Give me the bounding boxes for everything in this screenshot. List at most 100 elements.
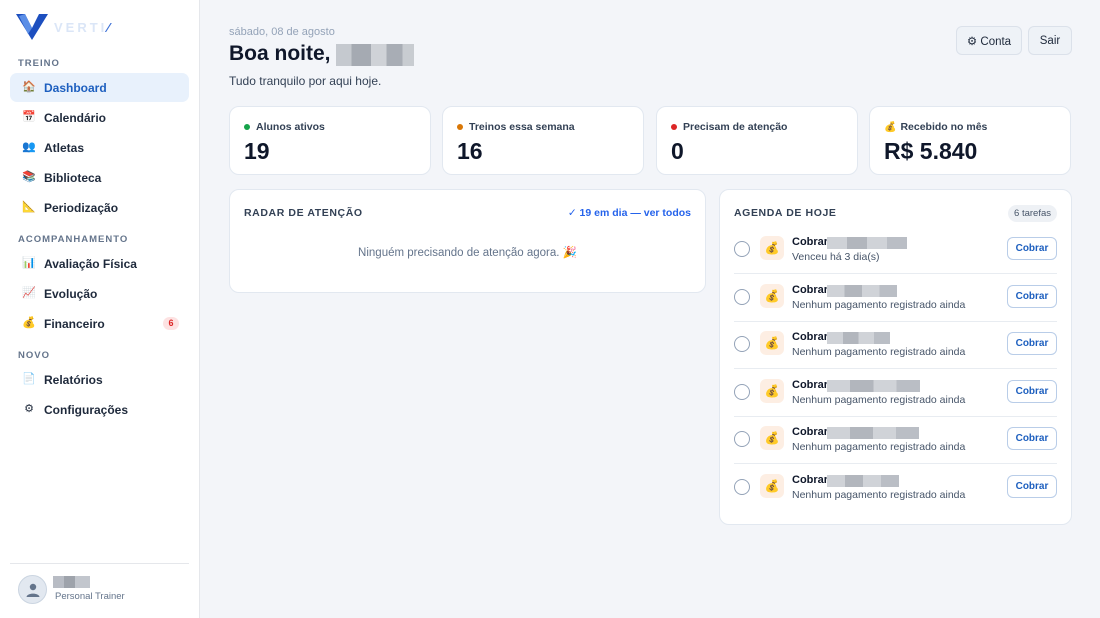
charge-button[interactable]: Cobrar	[1007, 332, 1057, 355]
task-checkbox[interactable]	[734, 384, 750, 400]
stat-label: 💰 Recebido no mês	[884, 121, 988, 133]
brand-logo[interactable]: VERTI⁄	[16, 14, 109, 40]
sidebar-item-periodizacao[interactable]: 📐 Periodização	[10, 193, 189, 222]
task-title: Cobrar	[792, 236, 829, 248]
client-name-redacted	[827, 427, 919, 439]
user-role: Personal Trainer	[55, 591, 125, 602]
money-bag-icon: 💰	[760, 236, 784, 260]
money-bag-icon: 💰	[760, 379, 784, 403]
charge-button[interactable]: Cobrar	[1007, 237, 1057, 260]
stat-card-alunos-ativos: Alunos ativos 19	[229, 106, 431, 175]
client-name-redacted	[827, 475, 899, 487]
list-item: 💰 Cobrar Nenhum pagamento registrado ain…	[734, 274, 1057, 322]
sidebar-item-label: Financeiro	[44, 316, 105, 331]
status-dot-icon	[244, 124, 250, 130]
sidebar-item-avaliacao-fisica[interactable]: 📊 Avaliação Física	[10, 249, 189, 278]
sidebar: VERTI⁄ TREINO 🏠 Dashboard 📅 Calendário 👥…	[0, 0, 200, 618]
charge-button[interactable]: Cobrar	[1007, 475, 1057, 498]
sidebar-item-evolucao[interactable]: 📈 Evolução	[10, 279, 189, 308]
books-icon: 📚	[22, 171, 36, 183]
task-subtitle: Nenhum pagamento registrado ainda	[792, 346, 966, 358]
sidebar-item-relatorios[interactable]: 📄 Relatórios	[10, 365, 189, 394]
task-subtitle: Nenhum pagamento registrado ainda	[792, 394, 966, 406]
agenda-panel: AGENDA DE HOJE 6 tarefas 💰 Cobrar Venceu…	[719, 189, 1072, 525]
task-subtitle: Venceu há 3 dia(s)	[792, 251, 880, 263]
status-dot-icon	[671, 124, 677, 130]
sidebar-item-atletas[interactable]: 👥 Atletas	[10, 133, 189, 162]
logout-button[interactable]: Sair	[1028, 26, 1072, 55]
task-title: Cobrar	[792, 331, 829, 343]
list-item: 💰 Cobrar Nenhum pagamento registrado ain…	[734, 464, 1057, 512]
section-label-novo: NOVO	[18, 350, 50, 361]
sidebar-item-financeiro[interactable]: 💰 Financeiro 6	[10, 309, 189, 338]
stat-label: Treinos essa semana	[457, 121, 575, 133]
sidebar-item-label: Biblioteca	[44, 170, 102, 185]
task-subtitle: Nenhum pagamento registrado ainda	[792, 441, 966, 453]
sidebar-item-label: Dashboard	[44, 80, 107, 95]
task-checkbox[interactable]	[734, 479, 750, 495]
section-label-acompanhamento: ACOMPANHAMENTO	[18, 234, 129, 245]
stat-card-treinos-semana: Treinos essa semana 16	[442, 106, 644, 175]
sidebar-item-biblioteca[interactable]: 📚 Biblioteca	[10, 163, 189, 192]
list-item: 💰 Cobrar Nenhum pagamento registrado ain…	[734, 416, 1057, 464]
stat-card-recebido-mes: 💰 Recebido no mês R$ 5.840	[869, 106, 1071, 175]
stat-value: 16	[457, 138, 483, 164]
money-bag-icon: 💰	[22, 317, 36, 329]
charge-button[interactable]: Cobrar	[1007, 380, 1057, 403]
section-label-treino: TREINO	[18, 58, 60, 69]
task-count-badge: 6 tarefas	[1008, 205, 1057, 222]
stat-label: Alunos ativos	[244, 121, 325, 133]
stat-card-precisam-atencao: Precisam de atenção 0	[656, 106, 858, 175]
people-icon: 👥	[22, 141, 36, 153]
user-name-redacted	[336, 44, 414, 66]
task-subtitle: Nenhum pagamento registrado ainda	[792, 489, 966, 501]
stat-value: 0	[671, 138, 684, 164]
task-title: Cobrar	[792, 379, 829, 391]
trend-chart-icon: 📈	[22, 287, 36, 299]
view-all-link[interactable]: ✓ 19 em dia — ver todos	[568, 207, 691, 219]
sidebar-item-label: Periodização	[44, 200, 119, 215]
charge-button[interactable]: Cobrar	[1007, 285, 1057, 308]
task-checkbox[interactable]	[734, 336, 750, 352]
sidebar-item-label: Relatórios	[44, 372, 103, 387]
stat-label: Precisam de atenção	[671, 121, 787, 133]
task-checkbox[interactable]	[734, 241, 750, 257]
client-name-redacted	[827, 237, 907, 249]
sidebar-item-configuracoes[interactable]: ⚙ Configurações	[10, 395, 189, 424]
brand-name: VERTI⁄	[54, 19, 110, 35]
bar-chart-icon: 📊	[22, 257, 36, 269]
money-bag-icon: 💰	[760, 474, 784, 498]
list-item: 💰 Cobrar Nenhum pagamento registrado ain…	[734, 369, 1057, 417]
task-checkbox[interactable]	[734, 289, 750, 305]
user-name-redacted	[53, 576, 90, 588]
client-name-redacted	[827, 332, 890, 344]
avatar	[18, 575, 47, 604]
task-title: Cobrar	[792, 426, 829, 438]
notification-badge: 6	[163, 317, 179, 330]
charge-button[interactable]: Cobrar	[1007, 427, 1057, 450]
sidebar-item-dashboard[interactable]: 🏠 Dashboard	[10, 73, 189, 102]
logo-v-icon	[16, 14, 48, 40]
gear-icon: ⚙	[24, 403, 34, 415]
money-bag-icon: 💰	[760, 284, 784, 308]
panel-title: AGENDA DE HOJE	[734, 207, 837, 219]
empty-state-message: Ninguém precisando de atenção agora. 🎉	[358, 247, 577, 259]
task-checkbox[interactable]	[734, 431, 750, 447]
user-profile[interactable]: Personal Trainer	[10, 563, 189, 618]
account-button[interactable]: ⚙ Conta	[956, 26, 1022, 55]
sidebar-item-calendario[interactable]: 📅 Calendário	[10, 103, 189, 132]
client-name-redacted	[827, 285, 897, 297]
stat-value: R$ 5.840	[884, 138, 978, 164]
sidebar-item-label: Atletas	[44, 140, 85, 155]
ruler-icon: 📐	[22, 201, 36, 213]
page-subtitle: Tudo tranquilo por aqui hoje.	[229, 74, 382, 88]
money-bag-icon: 💰	[884, 121, 897, 133]
client-name-redacted	[827, 380, 920, 392]
document-icon: 📄	[22, 373, 36, 385]
stat-value: 19	[244, 138, 270, 164]
house-icon: 🏠	[22, 81, 36, 93]
money-bag-icon: 💰	[760, 426, 784, 450]
user-icon	[26, 583, 39, 597]
radar-panel: RADAR DE ATENÇÃO ✓ 19 em dia — ver todos…	[229, 189, 706, 293]
task-title: Cobrar	[792, 474, 829, 486]
